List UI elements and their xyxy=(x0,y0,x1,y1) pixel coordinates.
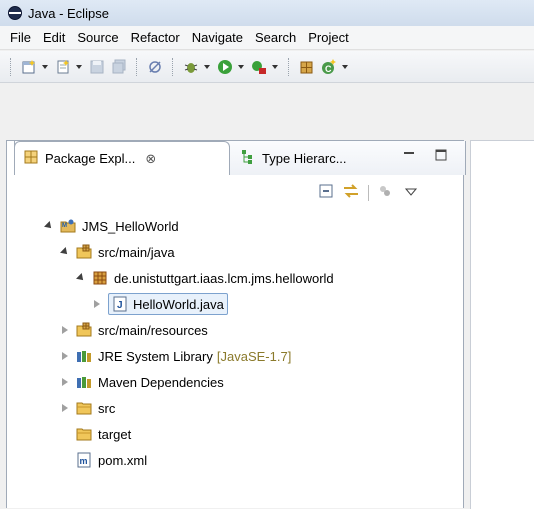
tree-item-label: src/main/java xyxy=(98,244,175,260)
tree-item-project[interactable]: M JMS_HelloWorld xyxy=(44,214,179,238)
new-file-dropdown-icon[interactable] xyxy=(76,64,82,69)
library-icon xyxy=(76,374,92,390)
collapse-all-icon[interactable] xyxy=(318,183,334,202)
tree-item-src[interactable]: src xyxy=(60,396,115,420)
tree-item-label: src/main/resources xyxy=(98,322,208,338)
title-bar: Java - Eclipse xyxy=(0,0,534,26)
external-tools-icon[interactable] xyxy=(250,58,268,76)
run-dropdown-icon[interactable] xyxy=(238,64,244,69)
project-icon: M xyxy=(60,218,76,234)
source-folder-icon xyxy=(76,322,92,338)
tree-item-label: pom.xml xyxy=(98,452,148,468)
svg-text:m: m xyxy=(80,456,88,466)
window-title: Java - Eclipse xyxy=(28,5,109,21)
toolbar-separator xyxy=(172,57,174,76)
new-icon[interactable] xyxy=(20,58,38,76)
tab-label: Type Hierarc... xyxy=(262,150,347,166)
tree-item-label: de.unistuttgart.iaas.lcm.jms.helloworld xyxy=(114,270,334,286)
svg-text:J: J xyxy=(117,300,123,311)
jre-version-label: [JavaSE-1.7] xyxy=(216,348,292,364)
collapse-arrow-icon[interactable] xyxy=(60,403,70,413)
collapse-arrow-icon[interactable] xyxy=(60,377,70,387)
maximize-icon[interactable] xyxy=(434,148,448,165)
tree-item-target[interactable]: target xyxy=(76,422,131,446)
collapse-arrow-icon[interactable] xyxy=(60,325,70,335)
menu-file[interactable]: File xyxy=(4,30,37,45)
expand-arrow-icon[interactable] xyxy=(60,247,70,257)
tree-item-label: JRE System Library xyxy=(98,348,213,364)
toolbar-grip xyxy=(10,57,12,76)
view-menu-icon[interactable] xyxy=(404,185,418,200)
package-explorer-icon xyxy=(23,149,39,168)
save-icon[interactable] xyxy=(88,58,106,76)
new-dropdown-icon[interactable] xyxy=(42,64,48,69)
skip-breakpoints-icon[interactable] xyxy=(146,58,164,76)
view-toolbar xyxy=(318,183,418,202)
folder-icon xyxy=(76,426,92,442)
maven-pom-file-icon: m xyxy=(76,452,92,468)
collapse-arrow-icon[interactable] xyxy=(92,299,102,309)
minimize-icon[interactable] xyxy=(402,148,416,165)
debug-icon[interactable] xyxy=(182,58,200,76)
toolbar-separator xyxy=(136,57,138,76)
debug-dropdown-icon[interactable] xyxy=(204,64,210,69)
tree-item-label: HelloWorld.java xyxy=(133,296,224,312)
new-java-package-icon[interactable] xyxy=(298,58,316,76)
java-file-icon: J xyxy=(112,296,128,312)
package-icon xyxy=(92,270,108,286)
tree-item-label: Maven Dependencies xyxy=(98,374,224,390)
tree-item-src-main-resources[interactable]: src/main/resources xyxy=(60,318,208,342)
tree-item-helloworld-java[interactable]: J HelloWorld.java xyxy=(92,292,228,316)
menu-refactor[interactable]: Refactor xyxy=(125,30,186,45)
toolbar-separator xyxy=(288,57,290,76)
menu-edit[interactable]: Edit xyxy=(37,30,71,45)
link-with-editor-icon[interactable] xyxy=(342,183,360,202)
save-all-icon[interactable] xyxy=(110,58,128,76)
svg-text:M: M xyxy=(62,223,67,229)
tree-item-package[interactable]: de.unistuttgart.iaas.lcm.jms.helloworld xyxy=(76,266,334,290)
tree-item-label: JMS_HelloWorld xyxy=(82,218,179,234)
tab-label: Package Expl... xyxy=(45,151,136,166)
type-hierarchy-icon xyxy=(240,149,256,168)
menu-navigate[interactable]: Navigate xyxy=(186,30,249,45)
expand-arrow-icon[interactable] xyxy=(76,273,86,283)
run-icon[interactable] xyxy=(216,58,234,76)
tree-item-jre-system-library[interactable]: JRE System Library [JavaSE-1.7] xyxy=(60,344,291,368)
focus-on-working-set-icon[interactable] xyxy=(377,183,393,202)
tab-type-hierarchy[interactable]: Type Hierarc... xyxy=(240,141,390,175)
expand-arrow-icon[interactable] xyxy=(44,221,54,231)
selection-highlight: J HelloWorld.java xyxy=(108,293,228,315)
folder-icon xyxy=(76,400,92,416)
tab-package-explorer[interactable]: Package Expl... ⊗ xyxy=(14,141,230,175)
menu-project[interactable]: Project xyxy=(302,30,354,45)
main-toolbar: C xyxy=(0,51,534,83)
tree-item-maven-dependencies[interactable]: Maven Dependencies xyxy=(60,370,224,394)
new-file-icon[interactable] xyxy=(54,58,72,76)
tree-item-label: target xyxy=(98,426,132,442)
menu-search[interactable]: Search xyxy=(249,30,302,45)
eclipse-logo-icon xyxy=(8,6,22,20)
new-class-dropdown-icon[interactable] xyxy=(342,64,348,69)
menu-bar: File Edit Source Refactor Navigate Searc… xyxy=(0,26,534,50)
new-java-class-icon[interactable]: C xyxy=(320,58,338,76)
tree-item-label: src xyxy=(98,400,116,416)
tree-item-pom-xml[interactable]: m pom.xml xyxy=(76,448,147,472)
menu-source[interactable]: Source xyxy=(71,30,124,45)
library-icon xyxy=(76,348,92,364)
svg-text:C: C xyxy=(325,64,332,74)
collapse-arrow-icon[interactable] xyxy=(60,351,70,361)
source-folder-icon xyxy=(76,244,92,260)
editor-area xyxy=(470,140,534,509)
tree-item-src-main-java[interactable]: src/main/java xyxy=(60,240,175,264)
close-icon[interactable]: ⊗ xyxy=(145,151,156,167)
external-tools-dropdown-icon[interactable] xyxy=(272,64,278,69)
view-toolbar-separator xyxy=(368,184,369,201)
